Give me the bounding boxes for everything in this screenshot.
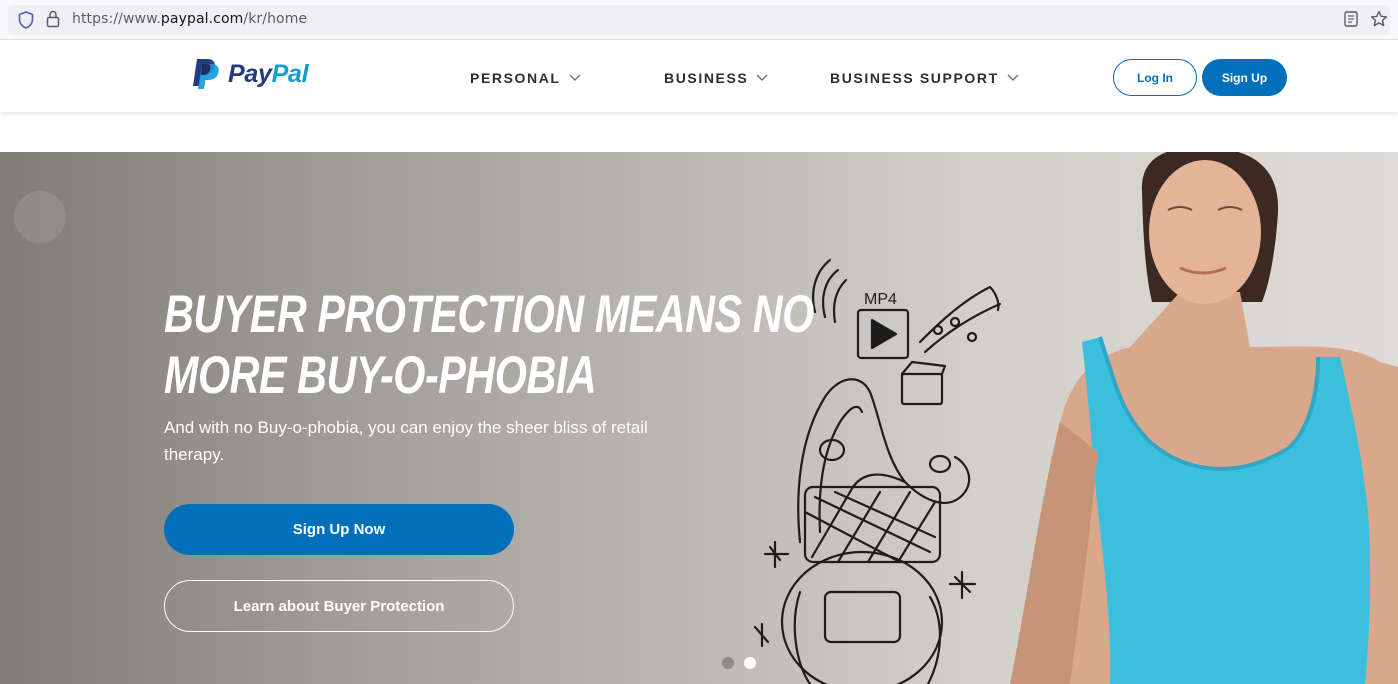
nav-personal[interactable]: PERSONAL [470,70,581,86]
nav-business-label: BUSINESS [664,70,749,86]
hero-headline-line-1: BUYER PROTECTION MEANS NO [164,285,814,344]
carousel-dot-1[interactable] [722,657,734,669]
hero-headline: BUYER PROTECTION MEANS NO MORE BUY-O-PHO… [164,284,814,406]
nav-business[interactable]: BUSINESS [664,70,768,86]
nav-personal-label: PERSONAL [470,70,561,86]
paypal-logo[interactable]: PayPal [190,57,309,91]
url-text[interactable]: https://www.paypal.com/kr/home [72,11,307,27]
chevron-down-icon [1007,74,1019,81]
login-button[interactable]: Log In [1113,59,1197,96]
hero-headline-line-2: MORE BUY-O-PHOBIA [164,346,597,405]
shield-icon[interactable] [18,11,34,29]
nav-business-support-label: BUSINESS SUPPORT [830,70,999,86]
signup-now-button[interactable]: Sign Up Now [164,504,514,555]
paypal-logo-icon [193,59,219,89]
chevron-down-icon [569,74,581,81]
signup-button[interactable]: Sign Up [1202,59,1287,96]
bookmark-star-icon[interactable] [1370,10,1388,28]
hero-banner: MP4 BUYER PROTECTION MEANS NO MORE BUY-O… [0,152,1398,684]
hero-subtext: And with no Buy-o-phobia, you can enjoy … [164,418,648,464]
browser-toolbar: https://www.paypal.com/kr/home [0,0,1398,40]
doodle-mp4-label: MP4 [864,291,897,308]
paypal-wordmark: PayPal [228,59,309,88]
lock-icon[interactable] [46,10,60,28]
nav-business-support[interactable]: BUSINESS SUPPORT [830,70,1019,86]
site-header: PayPal PERSONAL BUSINESS BUSINESS SUPPOR… [0,40,1398,112]
carousel-dot-2-active[interactable] [744,657,756,669]
learn-buyer-protection-button[interactable]: Learn about Buyer Protection [164,580,514,632]
reader-view-icon[interactable] [1344,11,1358,27]
chevron-down-icon [756,74,768,81]
